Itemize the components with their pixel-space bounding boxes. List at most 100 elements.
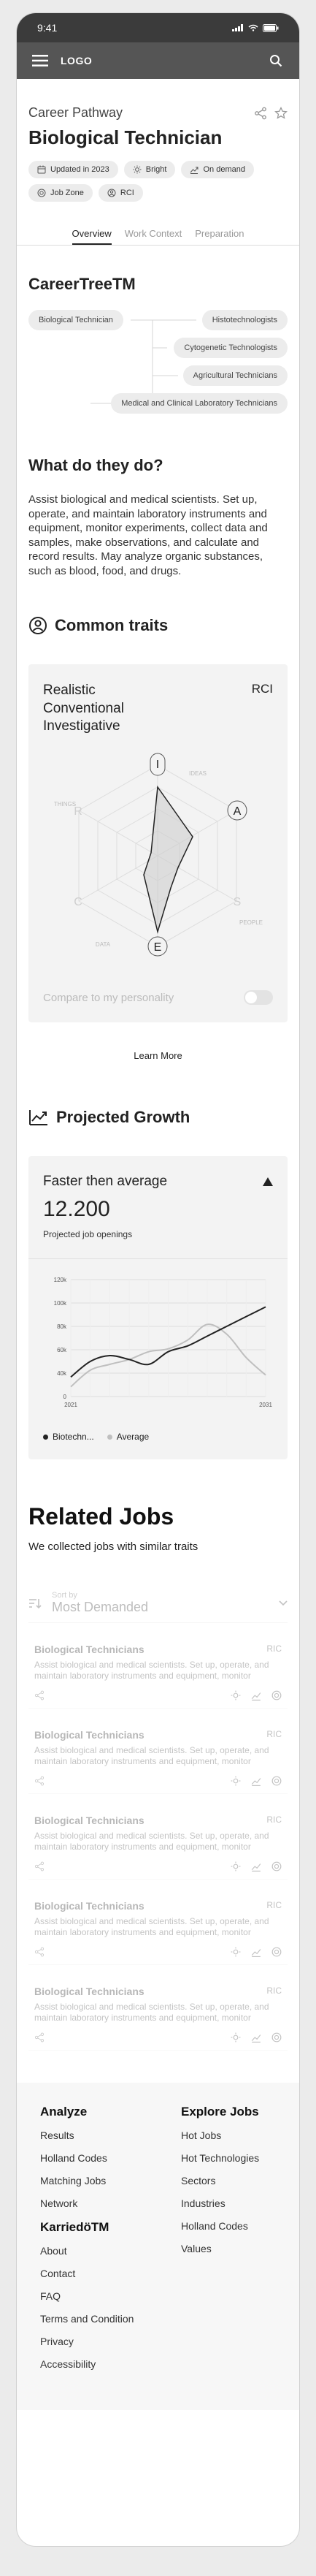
axis-letter-a: A bbox=[234, 805, 242, 818]
x-tick-label: 2031 bbox=[259, 1402, 272, 1408]
footer-link-industries[interactable]: Industries bbox=[181, 2197, 276, 2209]
footer-link-network[interactable]: Network bbox=[40, 2197, 134, 2209]
chip-rci[interactable]: RCI bbox=[98, 184, 143, 202]
chip-label: Updated in 2023 bbox=[50, 165, 109, 174]
footer-link-about[interactable]: About bbox=[40, 2245, 134, 2257]
compare-toggle[interactable] bbox=[244, 990, 273, 1006]
share-icon[interactable] bbox=[34, 1861, 45, 1872]
footer-link-holland-codes[interactable]: Holland Codes bbox=[40, 2152, 134, 2164]
target-icon bbox=[271, 1861, 282, 1872]
job-description: Assist biological and medical scientists… bbox=[34, 1660, 269, 1682]
tab-work-context[interactable]: Work Context bbox=[125, 228, 182, 245]
share-icon[interactable] bbox=[34, 1690, 45, 1701]
footer-heading-karriere: KarriedöTM bbox=[40, 2220, 109, 2235]
job-card[interactable]: Biological Technicians RIC Assist biolog… bbox=[28, 1623, 288, 1709]
footer-link-accessibility[interactable]: Accessibility bbox=[40, 2358, 134, 2370]
sun-icon bbox=[231, 1861, 241, 1872]
tab-overview[interactable]: Overview bbox=[72, 228, 112, 245]
traits-title: Common traits bbox=[55, 616, 169, 634]
footer-link-holland-codes-explore[interactable]: Holland Codes bbox=[181, 2220, 276, 2232]
share-icon[interactable] bbox=[34, 1947, 45, 1957]
tab-bar: Overview Work Context Preparation bbox=[28, 228, 288, 245]
footer-link-results[interactable]: Results bbox=[40, 2129, 134, 2141]
footer-link-values[interactable]: Values bbox=[181, 2243, 276, 2254]
legend-label: Average bbox=[116, 1432, 150, 1443]
footer-column-right: Explore Jobs Hot Jobs Hot Technologies S… bbox=[181, 2105, 276, 2381]
tab-preparation[interactable]: Preparation bbox=[195, 228, 244, 245]
career-tree: Biological Technician Histotechnologists… bbox=[28, 310, 288, 427]
chip-job-zone[interactable]: Job Zone bbox=[28, 184, 93, 202]
share-icon[interactable] bbox=[254, 107, 267, 120]
footer-link-hot-jobs[interactable]: Hot Jobs bbox=[181, 2129, 276, 2141]
radar-shape bbox=[143, 785, 193, 934]
calendar-icon bbox=[37, 165, 46, 174]
chip-on-demand[interactable]: On demand bbox=[181, 161, 254, 178]
job-card[interactable]: Biological Technicians RIC Assist biolog… bbox=[28, 1880, 288, 1966]
x-tick-label: 2021 bbox=[64, 1402, 77, 1408]
trend-up-icon bbox=[29, 1110, 47, 1126]
growth-caption: Projected job openings bbox=[43, 1229, 133, 1240]
tree-node-cytogenetic[interactable]: Cytogenetic Technologists bbox=[174, 338, 288, 358]
job-card[interactable]: Biological Technicians RIC Assist biolog… bbox=[28, 1965, 288, 2051]
tree-node-root[interactable]: Biological Technician bbox=[28, 310, 123, 330]
job-card[interactable]: Biological Technicians RIC Assist biolog… bbox=[28, 1794, 288, 1880]
footer-link-hot-technologies[interactable]: Hot Technologies bbox=[181, 2152, 276, 2164]
sun-icon bbox=[231, 1690, 241, 1701]
menu-icon[interactable] bbox=[30, 50, 50, 71]
learn-more-link[interactable]: Learn More bbox=[28, 1050, 288, 1061]
triangle-up-icon bbox=[263, 1177, 273, 1187]
star-icon[interactable] bbox=[274, 106, 288, 120]
footer-link-faq[interactable]: FAQ bbox=[40, 2290, 134, 2302]
axis-word-ideas: IDEAS bbox=[189, 770, 207, 777]
growth-card: Faster then average 12.200 Projected job… bbox=[28, 1156, 288, 1460]
career-chips: Updated in 2023 Bright On demand Job Zon… bbox=[28, 161, 288, 202]
job-description: Assist biological and medical scientists… bbox=[34, 1916, 269, 1938]
footer-heading-analyze: Analyze bbox=[40, 2105, 88, 2119]
traits-code: RCI bbox=[251, 682, 273, 696]
job-title: Biological Technicians bbox=[34, 1729, 144, 1741]
traits-names: Realistic Conventional Investigative bbox=[43, 682, 124, 736]
tree-node-agricultural[interactable]: Agricultural Technicians bbox=[182, 365, 288, 386]
footer-link-matching-jobs[interactable]: Matching Jobs bbox=[40, 2175, 134, 2186]
job-description: Assist biological and medical scientists… bbox=[34, 1831, 269, 1853]
page-subtitle: Career Pathway bbox=[28, 105, 123, 120]
compare-label: Compare to my personality bbox=[43, 991, 174, 1004]
target-icon bbox=[37, 189, 46, 197]
tree-node-medical-lab[interactable]: Medical and Clinical Laboratory Technici… bbox=[111, 393, 288, 414]
footer-link-sectors[interactable]: Sectors bbox=[181, 2175, 276, 2186]
job-description: Assist biological and medical scientists… bbox=[34, 1745, 269, 1767]
trend-up-icon bbox=[251, 1692, 261, 1701]
what-they-do-title: What do they do? bbox=[28, 456, 163, 474]
job-code: RIC bbox=[266, 1729, 282, 1740]
battery-icon bbox=[263, 23, 279, 32]
user-circle-icon bbox=[107, 189, 116, 197]
signal-icon bbox=[232, 24, 243, 31]
status-bar: 9:41 bbox=[17, 13, 299, 42]
job-card[interactable]: Biological Technicians RIC Assist biolog… bbox=[28, 1709, 288, 1795]
target-icon bbox=[271, 1776, 282, 1786]
chip-label: On demand bbox=[203, 165, 245, 174]
job-title: Biological Technicians bbox=[34, 1986, 144, 1998]
share-icon[interactable] bbox=[34, 2032, 45, 2043]
job-title: Biological Technicians bbox=[34, 1644, 144, 1656]
chip-label: Job Zone bbox=[50, 189, 84, 197]
legend-item: Biotechn... bbox=[43, 1432, 94, 1442]
chip-bright[interactable]: Bright bbox=[123, 161, 176, 178]
chip-updated[interactable]: Updated in 2023 bbox=[28, 161, 118, 178]
footer-link-privacy[interactable]: Privacy bbox=[40, 2336, 134, 2347]
footer-link-contact[interactable]: Contact bbox=[40, 2268, 134, 2279]
footer-link-terms[interactable]: Terms and Condition bbox=[40, 2313, 134, 2325]
logo[interactable]: LOGO bbox=[61, 55, 92, 67]
status-icons bbox=[232, 23, 279, 32]
legend-item: Average bbox=[107, 1432, 149, 1442]
job-title: Biological Technicians bbox=[34, 1815, 144, 1827]
tree-node-histotechnologists[interactable]: Histotechnologists bbox=[201, 310, 288, 330]
target-icon bbox=[271, 2032, 282, 2043]
legend-label: Biotechn... bbox=[53, 1432, 94, 1443]
sort-icon bbox=[29, 1598, 42, 1608]
search-icon[interactable] bbox=[266, 50, 286, 71]
sort-select[interactable]: Sort by Most Demanded bbox=[28, 1591, 288, 1624]
growth-value: 12.200 bbox=[43, 1197, 110, 1222]
y-tick-label: 0 bbox=[63, 1394, 67, 1400]
share-icon[interactable] bbox=[34, 1776, 45, 1786]
